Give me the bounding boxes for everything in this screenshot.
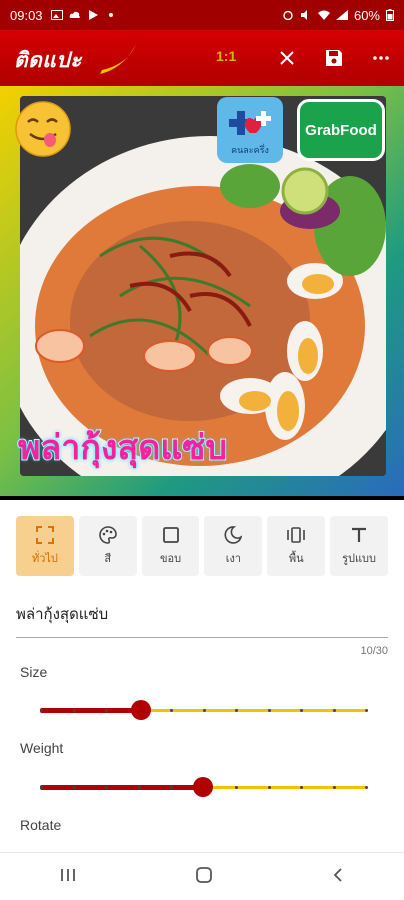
slider-tick — [365, 709, 368, 712]
tab-border[interactable]: ขอบ — [141, 516, 200, 576]
carousel-icon — [286, 525, 306, 545]
tab-style-label: รูปแบบ — [342, 552, 377, 565]
mute-icon — [300, 10, 307, 20]
recent-apps-button[interactable] — [59, 867, 77, 887]
alarm-icon — [283, 10, 293, 20]
battery-percent: 60% — [353, 7, 380, 23]
close-button[interactable] — [273, 44, 301, 72]
slider-tick — [137, 786, 141, 789]
text-t-icon — [349, 525, 369, 545]
tab-border-label: ขอบ — [160, 552, 182, 565]
size-slider-fill — [40, 708, 141, 713]
signal-icon — [335, 10, 348, 20]
status-time: 09:03 — [10, 7, 43, 23]
cloud-icon — [69, 11, 80, 18]
wifi-icon — [317, 10, 330, 20]
slider-tick — [300, 709, 303, 712]
back-icon — [333, 867, 342, 882]
caption-input[interactable]: พล่ากุ้งสุดแซ่บ — [16, 596, 388, 638]
slider-tick — [267, 709, 271, 712]
weight-label: Weight — [20, 740, 64, 756]
play-store-icon — [88, 10, 98, 20]
recent-apps-icon — [61, 868, 75, 881]
tab-shadow[interactable]: เงา — [204, 516, 263, 576]
character-counter: 10/30 — [360, 645, 388, 657]
slider-tick — [300, 786, 303, 789]
palette-icon — [98, 525, 118, 545]
badge-sticker[interactable]: คนละครึ่ง — [217, 97, 283, 163]
slider-tick — [235, 786, 238, 789]
size-label: Size — [20, 664, 48, 680]
slider-tick — [72, 709, 76, 712]
battery-icon — [386, 9, 394, 21]
save-button[interactable] — [320, 44, 348, 72]
slider-tick — [105, 786, 108, 789]
badge-sticker-label: คนละครึ่ง — [231, 146, 269, 156]
emoji-sticker[interactable] — [14, 100, 72, 158]
slider-tick — [202, 709, 206, 712]
tab-general-label: ทั่วไป — [31, 552, 58, 565]
slider-tick — [170, 709, 173, 712]
grabfood-sticker-label: GrabFood — [305, 121, 377, 139]
gallery-icon — [50, 10, 63, 20]
weight-slider-fill — [40, 785, 203, 790]
moon-icon — [223, 525, 243, 545]
grabfood-sticker[interactable]: GrabFood — [297, 99, 385, 161]
tab-general[interactable]: ทั่วไป — [16, 516, 74, 576]
app-bar: ติดแปะ 1:1 — [0, 30, 404, 86]
home-button[interactable] — [195, 866, 213, 888]
close-icon — [280, 51, 294, 65]
expand-icon — [35, 525, 55, 545]
dot-icon — [108, 13, 113, 17]
slider-tick — [267, 786, 271, 789]
tab-color[interactable]: สี — [78, 516, 137, 576]
weight-slider[interactable] — [40, 777, 368, 797]
more-vert-icon — [373, 56, 389, 60]
tab-color-label: สี — [104, 552, 112, 565]
home-icon — [196, 866, 212, 883]
slider-tick — [40, 786, 43, 789]
size-slider-thumb[interactable] — [130, 700, 151, 720]
slider-tick — [235, 709, 238, 712]
slider-tick — [105, 709, 108, 712]
size-slider[interactable] — [40, 700, 368, 720]
app-logo: ติดแปะ — [14, 36, 136, 80]
logo-swoosh-icon — [100, 44, 136, 74]
slider-tick — [332, 786, 336, 789]
system-nav-bar — [0, 852, 404, 900]
tab-shadow-label: เงา — [225, 552, 242, 565]
more-options-button[interactable] — [367, 44, 395, 72]
save-icon — [326, 50, 342, 66]
weight-slider-thumb[interactable] — [192, 777, 213, 797]
slider-tick — [72, 786, 76, 789]
editor-canvas[interactable]: คนละครึ่ง GrabFood พล่ากุ้งสุดแซ่บ — [0, 86, 404, 496]
slider-tick — [365, 786, 368, 789]
slider-tick — [332, 709, 336, 712]
tab-background[interactable]: พื้น — [267, 516, 326, 576]
tab-style[interactable]: รูปแบบ — [330, 516, 388, 576]
square-outline-icon — [161, 525, 181, 545]
notification-icons — [50, 10, 117, 20]
rotate-label: Rotate — [20, 817, 62, 833]
style-tabs: ทั่วไป สี ขอบ เงา พื้น รูปแบบ — [0, 506, 404, 584]
back-button[interactable] — [331, 867, 345, 887]
aspect-ratio-button[interactable]: 1:1 — [216, 48, 236, 64]
canvas-divider — [0, 496, 404, 500]
tab-background-label: พื้น — [288, 552, 304, 565]
slider-tick — [40, 709, 43, 712]
caption-text[interactable]: พล่ากุ้งสุดแซ่บ — [17, 420, 228, 474]
logo-text: ติดแปะ — [14, 49, 82, 72]
status-bar: 09:03 60% — [0, 0, 404, 30]
slider-tick — [170, 786, 173, 789]
